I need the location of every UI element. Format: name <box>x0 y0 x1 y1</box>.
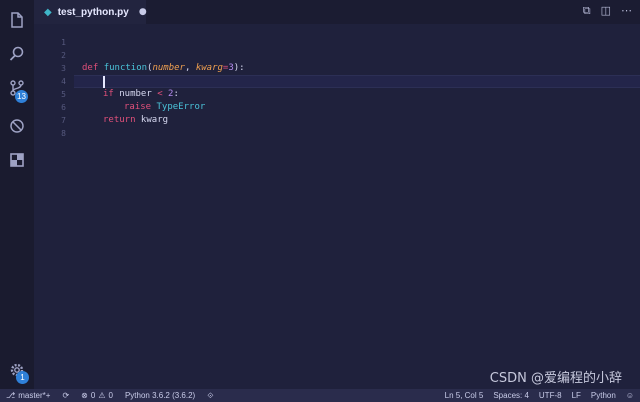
watermark: CSDN @爱编程的小辞 <box>489 371 622 386</box>
line-number: 6 <box>61 103 66 112</box>
live-share-icon[interactable]: ⟐ <box>207 391 213 401</box>
warning-count: 0 <box>108 391 113 400</box>
error-count: 0 <box>90 391 96 400</box>
tab-test-python[interactable]: ◆ test_python.py ● <box>34 0 147 24</box>
keyword-if: if <box>103 89 114 99</box>
python-interpreter[interactable]: Python 3.6.2 (3.6.2) <box>125 391 195 400</box>
param-kwarg: kwarg <box>195 63 223 73</box>
line-number: 2 <box>61 51 66 60</box>
cursor-position[interactable]: Ln 5, Col 5 <box>445 391 484 400</box>
problems-indicator[interactable]: ⊗ 0 ⚠ 0 <box>81 391 113 400</box>
keyword-return: return <box>103 115 136 125</box>
line-number: 3 <box>61 64 66 73</box>
feedback-icon[interactable]: ☺ <box>626 391 634 400</box>
editor-actions: ⧉ ◫ ⋯ <box>583 4 632 18</box>
line-number: 7 <box>61 116 66 125</box>
branch-indicator[interactable]: ⎇ master*+ <box>6 391 50 400</box>
debug-icon[interactable] <box>7 116 27 136</box>
error-icon: ⊗ <box>81 391 88 400</box>
branch-icon: ⎇ <box>6 391 16 400</box>
search-icon[interactable] <box>7 44 27 64</box>
code-line-return: return kwarg <box>103 114 168 127</box>
unsaved-dot-icon[interactable]: ● <box>139 7 147 17</box>
activity-bar: 13 1 <box>0 0 34 389</box>
python-file-icon: ◆ <box>44 6 52 18</box>
keyword-def: def <box>82 63 99 73</box>
status-bar: ⎇ master*+ ⟳ ⊗ 0 ⚠ 0 Python 3.6.2 (3.6.2) ⟐ … <box>0 389 640 402</box>
colon: : <box>173 89 179 99</box>
branch-name: master*+ <box>18 391 51 400</box>
keyword-raise: raise <box>124 102 152 112</box>
extensions-icon[interactable] <box>7 150 27 170</box>
function-name: function <box>103 63 148 73</box>
line-number: 5 <box>61 90 66 99</box>
text-cursor <box>103 76 105 88</box>
encoding[interactable]: UTF-8 <box>539 391 562 400</box>
tab-label: test_python.py <box>57 6 129 18</box>
scm-count-badge: 13 <box>15 90 28 103</box>
return-value: kwarg <box>135 115 169 125</box>
more-actions-icon[interactable]: ⋯ <box>621 4 632 18</box>
settings-badge: 1 <box>16 371 29 384</box>
explorer-icon[interactable] <box>7 10 27 30</box>
current-line-highlight <box>74 75 640 88</box>
code-line-raise: raise TypeError <box>124 101 205 114</box>
literal-2: 2 <box>162 89 174 99</box>
sync-icon[interactable]: ⟳ <box>62 391 69 400</box>
line-number: 1 <box>61 38 66 47</box>
code-line-def: def function(number, kwarg=3): <box>82 62 245 75</box>
type-error: TypeError <box>151 102 206 112</box>
var-number: number <box>113 89 158 99</box>
line-ending[interactable]: LF <box>572 391 581 400</box>
param-number: number <box>152 63 185 73</box>
code-editor[interactable]: 1 2 3 4 5 6 7 8 def function(number, kwa… <box>34 24 640 389</box>
split-editor-icon[interactable]: ◫ <box>601 4 611 18</box>
indentation[interactable]: Spaces: 4 <box>493 391 529 400</box>
comma: , <box>184 63 196 73</box>
line-number: 8 <box>61 129 66 138</box>
open-changes-icon[interactable]: ⧉ <box>583 4 591 18</box>
warning-icon: ⚠ <box>98 391 106 400</box>
paren-close: ): <box>233 63 245 73</box>
tab-bar: ◆ test_python.py ● ⧉ ◫ ⋯ <box>34 0 640 24</box>
code-line-if: if number < 2: <box>103 88 179 101</box>
language-mode[interactable]: Python <box>591 391 616 400</box>
line-number: 4 <box>61 77 66 86</box>
